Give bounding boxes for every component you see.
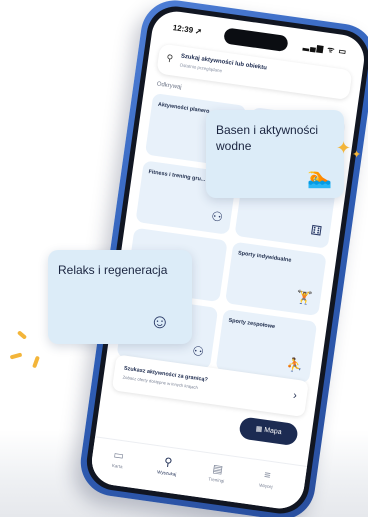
section-label: Odkrywaj [156, 81, 182, 91]
sparkle-icon: ✦ [336, 138, 352, 158]
tab-karta[interactable]: ▭ Karta [97, 446, 139, 471]
water-card-label: Basen i aktywności wodne [216, 123, 319, 153]
gym-icon: ⚅ [309, 222, 323, 239]
water-activities-card[interactable]: Basen i aktywności wodne 🏊 [206, 110, 344, 198]
chevron-right-icon: › [292, 389, 298, 402]
tile-label: Fitness i trening gru... [148, 169, 206, 184]
map-button[interactable]: ▦ Mapa [238, 416, 299, 447]
people-icon: ⚇ [191, 343, 205, 360]
tile-label: Sporty zespołowe [228, 317, 276, 331]
team-sport-icon: ⛹ [285, 356, 305, 374]
tile-label: Sporty indywidualne [237, 250, 292, 264]
search-icon: ⚲ [165, 52, 174, 64]
tile-individual[interactable]: Sporty indywidualne 🏋 [224, 241, 327, 317]
status-icons: ▂▄▆ ᯤ ▭ [302, 41, 348, 57]
tab-wyszukaj[interactable]: ⚲ Wyszukaj [147, 453, 189, 478]
accent-ray [9, 352, 23, 360]
swimmer-icon: 🏊 [307, 167, 332, 189]
group-icon: ⚇ [210, 208, 224, 225]
accent-ray [16, 330, 28, 340]
tile-label: Aktywności planero... [157, 101, 215, 116]
relax-card[interactable]: Relaks i regeneracja ☺ [48, 250, 192, 344]
map-icon: ▦ [255, 425, 263, 434]
tab-wiecej[interactable]: ≡ Więcej [246, 467, 288, 491]
dynamic-island [223, 27, 289, 53]
status-time: 12:39 ➚ [172, 23, 203, 37]
map-button-label: Mapa [263, 426, 283, 437]
relax-card-label: Relaks i regeneracja [58, 263, 168, 277]
head-icon: ☺ [149, 311, 170, 333]
weightlifting-icon: 🏋 [295, 288, 314, 307]
tab-treningi[interactable]: ▤ Treningi [196, 460, 238, 485]
accent-ray [32, 355, 40, 369]
sparkle-icon: ✦ [352, 149, 362, 161]
